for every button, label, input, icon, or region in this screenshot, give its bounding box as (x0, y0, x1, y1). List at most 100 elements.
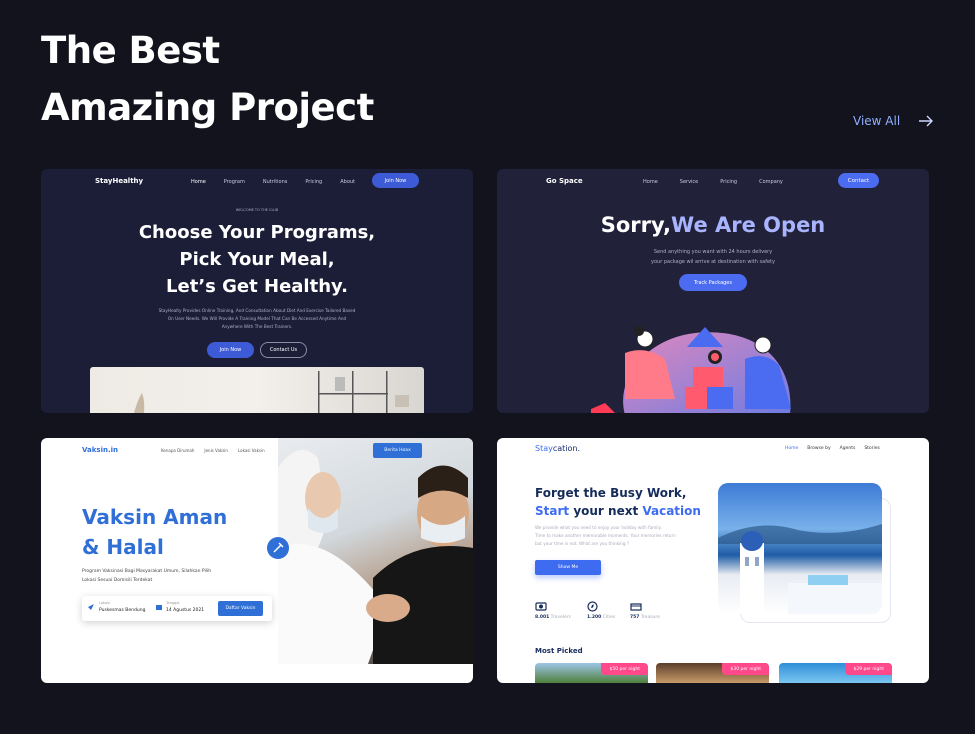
contact-pill: Contact (838, 173, 879, 188)
gospace-logo: Go Space (546, 177, 583, 185)
compass-icon (587, 601, 598, 612)
desc-line: Anywhere With The Best Trainers. (221, 324, 293, 329)
join-now-pill: Join Now (372, 173, 419, 188)
nav-item: Home (191, 179, 206, 185)
headline-highlight: Start (535, 504, 570, 518)
staycation-headline: Forget the Busy Work, Start your next Va… (535, 484, 701, 520)
treasure-icon (630, 603, 642, 611)
stat-unit: Treasure (640, 615, 660, 620)
contact-us-button: Contact Us (260, 342, 307, 358)
project-card-stayhealthy[interactable]: StayHealthy Home Program Nutritions Pric… (41, 169, 473, 413)
staycation-desc: We provide what you need to enjoy your h… (535, 524, 705, 548)
vaccination-scene (278, 450, 473, 664)
headline-line: Let’s Get Healthy. (166, 276, 348, 297)
nav-item: Agents (839, 446, 856, 451)
project-card-staycation[interactable]: Staycation. Home Browse by Agents Storie… (497, 438, 929, 683)
nav-item: Pricing (720, 179, 738, 185)
stayhealthy-desc: StayHealty Provides Online Training, And… (141, 307, 373, 331)
project-card-gospace[interactable]: Go Space Home Service Pricing Company Co… (497, 169, 929, 413)
vaccination-photo (278, 438, 473, 664)
track-packages-button: Track Packages (679, 274, 747, 291)
price-badge: $30 per night (722, 663, 769, 675)
arrow-right-icon (919, 115, 934, 127)
desc-line: We provide what you need to enjoy your h… (535, 525, 662, 530)
vaksin-desc: Program Vaksinasi Bagi Masyarakat Umum, … (82, 567, 252, 585)
camera-icon (535, 602, 547, 611)
lokasi-label: Lokasi (99, 601, 110, 605)
headline-line: Forget the Busy Work, (535, 486, 687, 500)
most-picked-tile: $29 per night (779, 663, 892, 683)
gospace-nav: Home Service Pricing Company (643, 179, 783, 185)
project-card-vaksin[interactable]: Vaksin.in Kenapa Dirumah Jenis Vaksin Lo… (41, 438, 473, 683)
delivery-illustration (591, 326, 791, 413)
nav-item: Program (223, 179, 245, 185)
headline-line: Vaksin Aman (82, 505, 228, 529)
nav-item: Lokasi Vaksin (237, 448, 265, 453)
logo-part: Stay (535, 444, 553, 453)
desc-line: StayHealty Provides Online Training, And… (158, 308, 356, 313)
desc-line: Program Vaksinasi Bagi Masyarakat Umum, … (82, 569, 212, 574)
desc-line: On User Needs. We Will Provide A Trainin… (167, 316, 347, 321)
headline-highlight: Vacation (642, 504, 701, 518)
stat-cities: 1.200 Cities (587, 615, 615, 620)
desc-line: your package wil arrive at destination w… (651, 259, 775, 265)
nav-item: Stories (864, 446, 880, 451)
nav-item: Company (759, 179, 783, 185)
desc-line: Send anything you want with 24 hours del… (653, 249, 773, 255)
price-badge: $50 per night (601, 663, 648, 675)
most-picked-tile: $50 per night (535, 663, 648, 683)
desc-line: Time to make another memorable moments. … (535, 533, 676, 538)
headline-line: Start your next Vacation (535, 502, 701, 520)
eyebrow-text: WELCOME TO THE CLUB (235, 208, 279, 212)
berita-hoax-button: Berita Hoax (373, 443, 422, 458)
gospace-desc: Send anything you want with 24 hours del… (497, 247, 929, 267)
syringe-icon (273, 542, 284, 553)
stat-unit: Cities (602, 615, 616, 620)
santorini-photo (718, 483, 882, 614)
most-picked-tile: $30 per night (656, 663, 769, 683)
show-me-button: Show Me (535, 560, 601, 575)
nav-item: Browse by (807, 446, 831, 451)
staycation-nav: Home Browse by Agents Stories (785, 446, 880, 451)
lokasi-value: Puskesmas Bendung (99, 608, 146, 613)
stat-travelers: 8.001 Travelers (535, 615, 571, 620)
gym-photo (90, 367, 424, 413)
headline-part: your next (569, 504, 643, 518)
headline-line: & Halal (82, 535, 164, 559)
tanggal-label: Tanggal (166, 601, 180, 605)
desc-line: but your time is not. What are you think… (535, 541, 630, 546)
vaksin-nav: Kenapa Dirumah Jenis Vaksin Lokasi Vaksi… (161, 448, 265, 453)
title-line-1: The Best (41, 29, 220, 72)
vaksin-logo: Vaksin.in (82, 446, 119, 454)
price-badge: $29 per night (845, 663, 892, 675)
vaksin-headline: Vaksin Aman & Halal (82, 502, 227, 562)
stat-value: 8.001 (535, 615, 550, 620)
stat-value: 1.200 (587, 615, 602, 620)
calendar-icon (156, 605, 162, 610)
desc-line: Lokasi Sesuai Domisili Terdekat (82, 578, 153, 583)
staycation-logo: Staycation. (535, 444, 580, 453)
syringe-badge (267, 537, 289, 559)
daftar-vaksin-button: Daftar Vaksin (218, 601, 263, 616)
nav-item: Home (785, 446, 799, 451)
stat-treasure: 757 Treasure (630, 615, 660, 620)
headline-part: Sorry, (600, 213, 672, 237)
stat-value: 757 (630, 615, 640, 620)
stayhealthy-headline: Choose Your Programs, Pick Your Meal, Le… (41, 219, 473, 300)
view-all-link[interactable]: View All (853, 114, 934, 128)
tanggal-value: 14 Agustus 2021 (166, 608, 205, 613)
headline-line: Choose Your Programs, (138, 222, 376, 243)
most-picked-heading: Most Picked (535, 647, 583, 655)
nav-item: Pricing (305, 179, 323, 185)
santorini-scene (718, 524, 882, 614)
nav-item: Kenapa Dirumah (161, 448, 195, 453)
location-icon (88, 604, 94, 610)
nav-item: Nutritions (262, 179, 288, 185)
nav-item: Home (643, 179, 658, 185)
nav-item: About (340, 179, 356, 185)
nav-item: Jenis Vaksin (204, 448, 228, 453)
stayhealthy-nav: Home Program Nutritions Pricing About (191, 179, 355, 185)
view-all-label: View All (853, 114, 901, 128)
stat-unit: Travelers (550, 615, 572, 620)
page-title: The Best Amazing Project (41, 22, 374, 136)
